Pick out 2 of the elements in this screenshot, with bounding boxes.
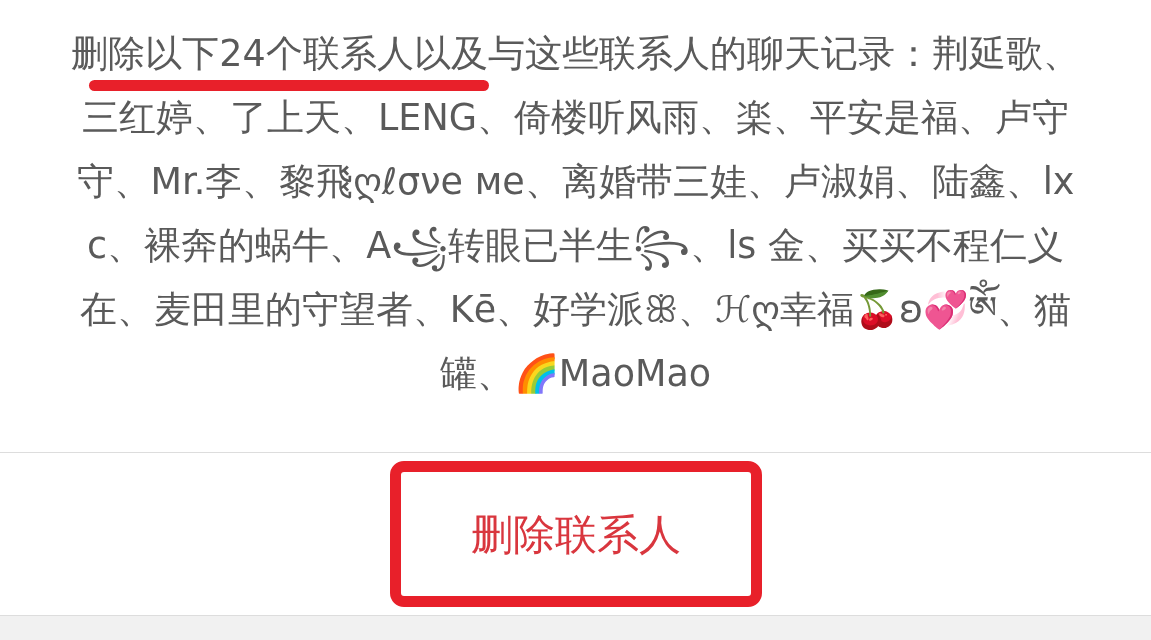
- dialog-message: 删除以下24个联系人以及与这些联系人的聊天记录：荆延歌、三红婷、了上天、LENG、倚楼听风雨、楽、平安是福、卢守守、Mr.李、黎飛ღℓσνe мe、离婚带三娃、卢淑娟、陆鑫、lxc、裸奔的蜗牛、A꧁转眼已半生꧂、ls 金、买买不程仁义在、麦田里的守望者、Kē、好学派ꕥ、ℋღ幸福🍒ʚ💞ༀ、猫罐、🌈MaoMao: [70, 31, 1081, 397]
- delete-contacts-button[interactable]: 删除联系人: [450, 492, 701, 576]
